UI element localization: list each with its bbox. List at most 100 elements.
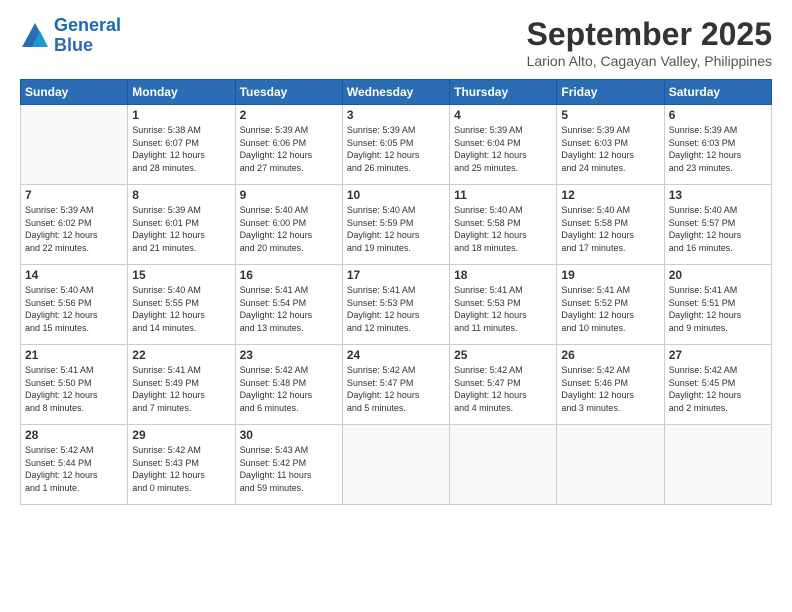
day-info: Sunrise: 5:40 AMSunset: 5:58 PMDaylight:…: [454, 204, 552, 254]
calendar-week-5: 28 Sunrise: 5:42 AMSunset: 5:44 PMDayligh…: [21, 425, 772, 505]
day-info: Sunrise: 5:41 AMSunset: 5:54 PMDaylight:…: [240, 284, 338, 334]
col-wednesday: Wednesday: [342, 80, 449, 105]
calendar-week-4: 21Sunrise: 5:41 AMSunset: 5:50 PMDayligh…: [21, 345, 772, 425]
day-number: 30: [240, 428, 338, 442]
logo-line1: General: [54, 15, 121, 35]
day-number: 24: [347, 348, 445, 362]
calendar-cell: 8 Sunrise: 5:39 AMSunset: 6:01 PMDaylight…: [128, 185, 235, 265]
day-info: Sunrise: 5:39 AMSunset: 6:01 PMDaylight:…: [132, 204, 230, 254]
day-info: Sunrise: 5:39 AMSunset: 6:06 PMDaylight:…: [240, 124, 338, 174]
day-number: 5: [561, 108, 659, 122]
calendar: Sunday Monday Tuesday Wednesday Thursday…: [20, 79, 772, 505]
day-info: Sunrise: 5:40 AMSunset: 5:57 PMDaylight:…: [669, 204, 767, 254]
calendar-cell: 23Sunrise: 5:42 AMSunset: 5:48 PMDayligh…: [235, 345, 342, 425]
calendar-cell: [450, 425, 557, 505]
logo: General Blue: [20, 16, 121, 56]
logo-text: General Blue: [54, 16, 121, 56]
day-info: Sunrise: 5:38 AMSunset: 6:07 PMDaylight:…: [132, 124, 230, 174]
col-saturday: Saturday: [664, 80, 771, 105]
day-info: Sunrise: 5:41 AMSunset: 5:50 PMDaylight:…: [25, 364, 123, 414]
day-number: 8: [132, 188, 230, 202]
calendar-cell: 21Sunrise: 5:41 AMSunset: 5:50 PMDayligh…: [21, 345, 128, 425]
calendar-cell: [342, 425, 449, 505]
calendar-cell: 27Sunrise: 5:42 AMSunset: 5:45 PMDayligh…: [664, 345, 771, 425]
day-number: 12: [561, 188, 659, 202]
day-info: Sunrise: 5:41 AMSunset: 5:49 PMDaylight:…: [132, 364, 230, 414]
day-info: Sunrise: 5:40 AMSunset: 5:56 PMDaylight:…: [25, 284, 123, 334]
calendar-cell: 19 Sunrise: 5:41 AMSunset: 5:52 PMDayligh…: [557, 265, 664, 345]
day-number: 11: [454, 188, 552, 202]
calendar-cell: 24Sunrise: 5:42 AMSunset: 5:47 PMDayligh…: [342, 345, 449, 425]
calendar-cell: 11 Sunrise: 5:40 AMSunset: 5:58 PMDayligh…: [450, 185, 557, 265]
day-number: 13: [669, 188, 767, 202]
day-number: 29: [132, 428, 230, 442]
day-number: 9: [240, 188, 338, 202]
col-thursday: Thursday: [450, 80, 557, 105]
calendar-cell: 16 Sunrise: 5:41 AMSunset: 5:54 PMDayligh…: [235, 265, 342, 345]
day-number: 7: [25, 188, 123, 202]
calendar-cell: 25Sunrise: 5:42 AMSunset: 5:47 PMDayligh…: [450, 345, 557, 425]
logo-line2: Blue: [54, 35, 93, 55]
calendar-cell: 3Sunrise: 5:39 AMSunset: 6:05 PMDaylight…: [342, 105, 449, 185]
calendar-cell: 9 Sunrise: 5:40 AMSunset: 6:00 PMDaylight…: [235, 185, 342, 265]
day-number: 10: [347, 188, 445, 202]
calendar-cell: 15 Sunrise: 5:40 AMSunset: 5:55 PMDayligh…: [128, 265, 235, 345]
calendar-cell: 29 Sunrise: 5:42 AMSunset: 5:43 PMDayligh…: [128, 425, 235, 505]
day-number: 27: [669, 348, 767, 362]
day-info: Sunrise: 5:39 AMSunset: 6:02 PMDaylight:…: [25, 204, 123, 254]
calendar-cell: [664, 425, 771, 505]
day-info: Sunrise: 5:42 AMSunset: 5:43 PMDaylight:…: [132, 444, 230, 494]
day-info: Sunrise: 5:42 AMSunset: 5:48 PMDaylight:…: [240, 364, 338, 414]
page: General Blue September 2025 Larion Alto,…: [0, 0, 792, 612]
calendar-week-1: 1 Sunrise: 5:38 AMSunset: 6:07 PMDaylight…: [21, 105, 772, 185]
day-number: 20: [669, 268, 767, 282]
day-number: 14: [25, 268, 123, 282]
calendar-cell: 1 Sunrise: 5:38 AMSunset: 6:07 PMDaylight…: [128, 105, 235, 185]
calendar-cell: 17Sunrise: 5:41 AMSunset: 5:53 PMDayligh…: [342, 265, 449, 345]
calendar-cell: 28 Sunrise: 5:42 AMSunset: 5:44 PMDayligh…: [21, 425, 128, 505]
location-title: Larion Alto, Cagayan Valley, Philippines: [527, 53, 772, 69]
day-number: 26: [561, 348, 659, 362]
calendar-cell: 7 Sunrise: 5:39 AMSunset: 6:02 PMDaylight…: [21, 185, 128, 265]
day-number: 16: [240, 268, 338, 282]
day-info: Sunrise: 5:40 AMSunset: 5:59 PMDaylight:…: [347, 204, 445, 254]
col-tuesday: Tuesday: [235, 80, 342, 105]
day-number: 3: [347, 108, 445, 122]
header: General Blue September 2025 Larion Alto,…: [20, 16, 772, 69]
col-monday: Monday: [128, 80, 235, 105]
day-number: 17: [347, 268, 445, 282]
calendar-cell: 26Sunrise: 5:42 AMSunset: 5:46 PMDayligh…: [557, 345, 664, 425]
calendar-cell: 20Sunrise: 5:41 AMSunset: 5:51 PMDayligh…: [664, 265, 771, 345]
calendar-cell: 10 Sunrise: 5:40 AMSunset: 5:59 PMDayligh…: [342, 185, 449, 265]
day-number: 15: [132, 268, 230, 282]
calendar-cell: 12 Sunrise: 5:40 AMSunset: 5:58 PMDayligh…: [557, 185, 664, 265]
day-info: Sunrise: 5:40 AMSunset: 5:55 PMDaylight:…: [132, 284, 230, 334]
day-number: 1: [132, 108, 230, 122]
day-info: Sunrise: 5:40 AMSunset: 5:58 PMDaylight:…: [561, 204, 659, 254]
calendar-cell: 13 Sunrise: 5:40 AMSunset: 5:57 PMDayligh…: [664, 185, 771, 265]
day-info: Sunrise: 5:41 AMSunset: 5:53 PMDaylight:…: [454, 284, 552, 334]
calendar-cell: 4Sunrise: 5:39 AMSunset: 6:04 PMDaylight…: [450, 105, 557, 185]
day-info: Sunrise: 5:39 AMSunset: 6:03 PMDaylight:…: [561, 124, 659, 174]
col-friday: Friday: [557, 80, 664, 105]
calendar-cell: 30Sunrise: 5:43 AMSunset: 5:42 PMDayligh…: [235, 425, 342, 505]
day-number: 25: [454, 348, 552, 362]
day-number: 19: [561, 268, 659, 282]
month-title: September 2025: [527, 16, 772, 53]
day-number: 2: [240, 108, 338, 122]
calendar-cell: 5 Sunrise: 5:39 AMSunset: 6:03 PMDaylight…: [557, 105, 664, 185]
col-sunday: Sunday: [21, 80, 128, 105]
day-info: Sunrise: 5:39 AMSunset: 6:03 PMDaylight:…: [669, 124, 767, 174]
day-info: Sunrise: 5:42 AMSunset: 5:44 PMDaylight:…: [25, 444, 123, 494]
day-info: Sunrise: 5:41 AMSunset: 5:52 PMDaylight:…: [561, 284, 659, 334]
day-number: 22: [132, 348, 230, 362]
calendar-cell: 2 Sunrise: 5:39 AMSunset: 6:06 PMDaylight…: [235, 105, 342, 185]
calendar-cell: 14 Sunrise: 5:40 AMSunset: 5:56 PMDayligh…: [21, 265, 128, 345]
day-number: 6: [669, 108, 767, 122]
calendar-cell: 18 Sunrise: 5:41 AMSunset: 5:53 PMDayligh…: [450, 265, 557, 345]
day-info: Sunrise: 5:39 AMSunset: 6:04 PMDaylight:…: [454, 124, 552, 174]
day-info: Sunrise: 5:40 AMSunset: 6:00 PMDaylight:…: [240, 204, 338, 254]
day-number: 18: [454, 268, 552, 282]
title-area: September 2025 Larion Alto, Cagayan Vall…: [527, 16, 772, 69]
day-number: 28: [25, 428, 123, 442]
